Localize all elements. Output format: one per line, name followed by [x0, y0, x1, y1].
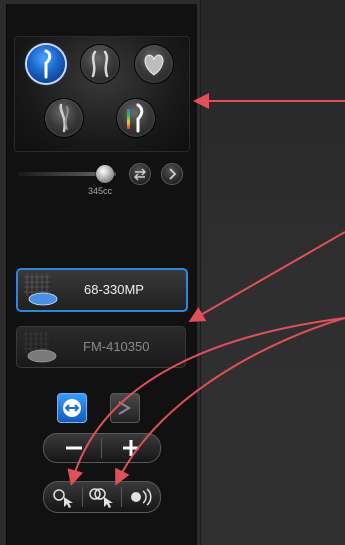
double-circle-pointer-icon [89, 488, 113, 508]
minus-icon [66, 446, 82, 450]
multi-select-tool-button[interactable] [83, 482, 121, 512]
preset-vessel-color-button[interactable] [117, 99, 155, 137]
preset-vessels-button[interactable] [81, 45, 119, 83]
volume-label: 345cc [88, 186, 113, 196]
forward-button[interactable] [110, 393, 140, 423]
vessel-preset-icon [44, 49, 52, 79]
next-button[interactable] [161, 163, 183, 185]
preset-gallery [14, 36, 190, 152]
vessels-preset-icon [91, 50, 109, 78]
pointer-tool-group [43, 481, 161, 513]
zoom-in-button[interactable] [102, 434, 160, 462]
3d-viewport[interactable] [200, 0, 345, 545]
zoom-out-button[interactable] [44, 434, 102, 462]
grid-lens-icon [23, 331, 57, 363]
double-arrow-icon [63, 399, 81, 417]
bidirectional-button[interactable] [57, 393, 87, 423]
vessel-color-preset-icon [127, 103, 144, 133]
screen: 345cc 68-330MP FM-410350 [0, 0, 345, 545]
sphere-tool-button[interactable] [122, 482, 160, 512]
transfer-function-item[interactable]: 68-330MP [16, 268, 188, 312]
arrow-right-icon [118, 401, 131, 415]
grid-lens-icon [24, 274, 58, 306]
plus-icon [123, 440, 139, 456]
preset-heart-button[interactable] [135, 45, 173, 83]
vessel-fade-preset-icon [59, 103, 69, 133]
sphere-waves-icon [131, 488, 152, 506]
single-select-tool-button[interactable] [44, 482, 82, 512]
preset-vessel-button[interactable] [27, 45, 65, 83]
zoom-control [43, 433, 161, 463]
volume-slider-knob[interactable] [96, 165, 114, 183]
chevron-right-icon [169, 168, 177, 180]
swap-button[interactable] [129, 163, 151, 185]
preset-vessel-fade-button[interactable] [45, 99, 83, 137]
transfer-function-label: 68-330MP [84, 282, 144, 297]
transfer-function-item[interactable]: FM-410350 [16, 326, 186, 368]
transfer-function-label: FM-410350 [83, 339, 150, 354]
swap-arrows-icon [134, 168, 146, 181]
heart-preset-icon [144, 54, 164, 76]
circle-pointer-icon [53, 489, 73, 508]
